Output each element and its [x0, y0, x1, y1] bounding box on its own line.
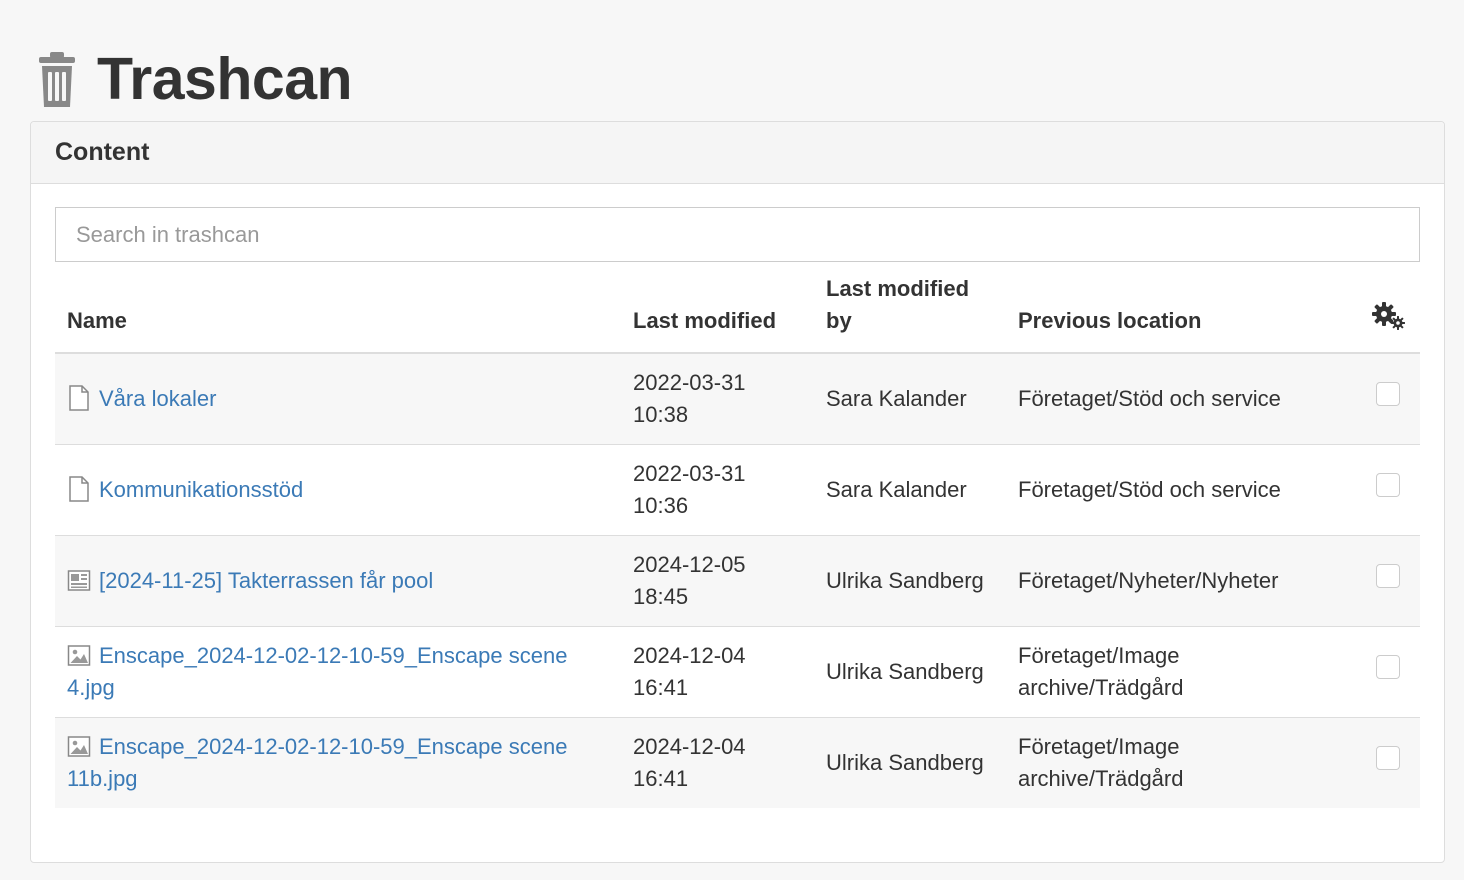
location-cell: Företaget/Nyheter/Nyheter — [1006, 534, 1356, 626]
page-icon — [69, 475, 89, 502]
column-header-last-modified-by[interactable]: Last modified by — [814, 269, 1006, 354]
location-cell: Företaget/Stöd och service — [1006, 353, 1356, 444]
modified-date: 2022-03-31 — [633, 460, 746, 486]
image-icon — [67, 644, 91, 666]
table-header-row: Name Last modified Last modified by Prev… — [55, 269, 1420, 354]
select-cell — [1356, 443, 1420, 535]
name-cell: [2024-11-25] Takterrassen får pool — [55, 534, 621, 626]
modified-date: 2022-03-31 — [633, 369, 746, 395]
modified-time: 10:38 — [633, 401, 689, 427]
image-icon — [67, 736, 91, 757]
trash-icon — [39, 52, 75, 107]
gears-icon[interactable] — [1371, 302, 1405, 330]
modified-by-cell: Ulrika Sandberg — [814, 534, 1006, 626]
table-row: [2024-11-25] Takterrassen får pool 2024-… — [55, 534, 1420, 626]
item-link[interactable]: Enscape_2024-12-02-12-10-59_Enscape scen… — [67, 643, 567, 700]
item-link[interactable]: Enscape_2024-12-02-12-10-59_Enscape scen… — [67, 734, 567, 791]
modified-by-cell: Ulrika Sandberg — [814, 625, 1006, 717]
panel-title: Content — [55, 138, 150, 166]
name-cell: Våra lokaler — [55, 353, 621, 444]
column-header-previous-location[interactable]: Previous location — [1006, 269, 1356, 354]
modified-by-cell: Ulrika Sandberg — [814, 716, 1006, 808]
select-cell — [1356, 353, 1420, 444]
row-checkbox[interactable] — [1376, 472, 1400, 497]
trash-table: Name Last modified Last modified by Prev… — [55, 269, 1420, 808]
news-icon — [67, 569, 91, 591]
modified-date: 2024-12-04 — [633, 733, 746, 759]
name-cell: Enscape_2024-12-02-12-10-59_Enscape scen… — [55, 716, 621, 808]
select-cell — [1356, 534, 1420, 626]
modified-cell: 2024-12-04 16:41 — [621, 716, 814, 808]
column-header-settings[interactable] — [1356, 269, 1420, 354]
select-cell — [1356, 625, 1420, 717]
location-cell: Företaget/Image archive/Trädgård — [1006, 716, 1356, 808]
row-checkbox[interactable] — [1376, 654, 1400, 679]
modified-cell: 2022-03-31 10:36 — [621, 443, 814, 535]
item-link[interactable]: Våra lokaler — [99, 386, 216, 411]
modified-cell: 2022-03-31 10:38 — [621, 353, 814, 444]
table-row: Enscape_2024-12-02-12-10-59_Enscape scen… — [55, 716, 1420, 808]
item-link[interactable]: [2024-11-25] Takterrassen får pool — [99, 568, 433, 593]
row-checkbox[interactable] — [1376, 563, 1400, 588]
row-checkbox[interactable] — [1376, 745, 1400, 770]
modified-date: 2024-12-04 — [633, 642, 746, 668]
modified-date: 2024-12-05 — [633, 551, 746, 577]
modified-time: 10:36 — [633, 492, 689, 518]
modified-time: 16:41 — [633, 765, 689, 791]
search-input[interactable] — [55, 207, 1420, 262]
modified-time: 16:41 — [633, 674, 689, 700]
modified-by-cell: Sara Kalander — [814, 353, 1006, 444]
panel-heading: Content — [31, 122, 1444, 184]
table-row: Våra lokaler 2022-03-31 10:38 Sara Kaland… — [55, 353, 1420, 444]
content-panel: Content Name Last modified Last modified… — [30, 121, 1445, 863]
column-header-last-modified[interactable]: Last modified — [621, 269, 814, 354]
name-cell: Enscape_2024-12-02-12-10-59_Enscape scen… — [55, 625, 621, 717]
table-row: Enscape_2024-12-02-12-10-59_Enscape scen… — [55, 625, 1420, 717]
row-checkbox[interactable] — [1376, 381, 1400, 406]
page-icon — [69, 385, 89, 411]
page-title: Trashcan — [97, 46, 353, 112]
modified-cell: 2024-12-04 16:41 — [621, 625, 814, 717]
select-cell — [1356, 716, 1420, 808]
table-row: Kommunikationsstöd 2022-03-31 10:36 Sara … — [55, 443, 1420, 535]
name-cell: Kommunikationsstöd — [55, 443, 621, 535]
modified-time: 18:45 — [633, 583, 689, 609]
modified-by-cell: Sara Kalander — [814, 443, 1006, 535]
item-link[interactable]: Kommunikationsstöd — [99, 477, 303, 502]
location-cell: Företaget/Image archive/Trädgård — [1006, 625, 1356, 717]
modified-cell: 2024-12-05 18:45 — [621, 534, 814, 626]
column-header-name[interactable]: Name — [55, 269, 621, 354]
page-header: Trashcan — [38, 44, 353, 114]
location-cell: Företaget/Stöd och service — [1006, 443, 1356, 535]
